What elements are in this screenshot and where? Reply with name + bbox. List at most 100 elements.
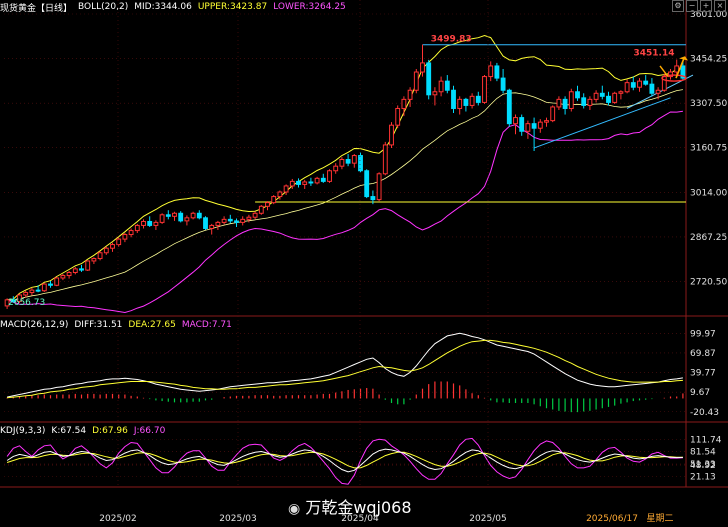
price-y-tick-label: 2867.25 bbox=[690, 233, 727, 243]
candle-body bbox=[190, 212, 196, 219]
candle-body bbox=[147, 220, 153, 226]
price-y-tick-label: 3454.25 bbox=[690, 55, 727, 65]
candle-body bbox=[221, 218, 227, 223]
candle-body bbox=[196, 212, 202, 219]
plus-icon[interactable]: + bbox=[700, 0, 712, 12]
boll-lower: LOWER:3264.25 bbox=[273, 2, 346, 12]
x-axis-label: 2025/06/17 bbox=[586, 514, 638, 524]
candle-body bbox=[457, 98, 463, 109]
weibo-icon: ◉ bbox=[288, 501, 301, 517]
settings-icon[interactable]: ⚙ bbox=[672, 0, 684, 12]
candle-body bbox=[364, 170, 370, 198]
macd-diff: DIFF:31.51 bbox=[74, 320, 123, 330]
candle-body bbox=[72, 268, 78, 274]
candle-body bbox=[23, 292, 29, 296]
candle-body bbox=[358, 155, 363, 172]
price-y-tick-label: 3014.00 bbox=[690, 188, 727, 198]
instrument-title[interactable]: 现货黄金【日线】 bbox=[0, 1, 72, 14]
macd-dea: DEA:27.65 bbox=[128, 320, 176, 330]
candle-body bbox=[370, 196, 376, 201]
candle-body bbox=[494, 65, 500, 79]
kdj-y-tick-label: 48.92 bbox=[690, 461, 716, 471]
kdj-y-tick-label: 21.13 bbox=[690, 472, 716, 482]
kdj-y-tick-label: 81.54 bbox=[690, 448, 716, 458]
kdj-j-line bbox=[6, 437, 683, 485]
boll-upper-line bbox=[7, 34, 684, 301]
macd-value: MACD:7.71 bbox=[181, 320, 232, 330]
candle-body bbox=[302, 181, 308, 185]
candle-body bbox=[296, 180, 301, 185]
price-panel-header: 现货黄金【日线】 BOLL(20,2) MID:3344.06 UPPER:34… bbox=[0, 0, 352, 14]
candle-body bbox=[184, 217, 190, 222]
candle-body bbox=[451, 89, 456, 109]
low-annotation: 2656.73 bbox=[8, 298, 45, 308]
candle-body bbox=[203, 217, 208, 229]
candle-body bbox=[153, 221, 159, 226]
candle-body bbox=[426, 62, 432, 96]
candle-body bbox=[525, 123, 531, 132]
candle-body bbox=[432, 91, 438, 96]
candle-body bbox=[599, 92, 605, 97]
candle-body bbox=[165, 214, 171, 217]
kdj-k-line bbox=[6, 448, 683, 473]
macd-dea-line bbox=[7, 339, 683, 399]
boll-upper: UPPER:3423.87 bbox=[197, 2, 268, 12]
candle-body bbox=[606, 95, 611, 103]
candle-body bbox=[624, 82, 630, 93]
kdj-j: J:66.70 bbox=[133, 426, 166, 436]
candle-body bbox=[209, 224, 215, 229]
price-y-tick-label: 3307.50 bbox=[690, 99, 727, 109]
candle-body bbox=[550, 106, 556, 122]
candle-body bbox=[265, 202, 270, 207]
candle-body bbox=[103, 247, 109, 254]
candle-body bbox=[482, 76, 487, 103]
candle-body bbox=[382, 144, 388, 175]
candle-body bbox=[240, 218, 246, 223]
macd-diff-line bbox=[6, 332, 683, 398]
candle-body bbox=[172, 212, 177, 217]
candle-body bbox=[556, 98, 562, 108]
candle-body bbox=[643, 80, 649, 85]
watermark-text: 万乾金wqj068 bbox=[305, 498, 412, 517]
kdj-panel-header: KDJ(9,3,3) K:67.54 D:67.96 J:66.70 bbox=[0, 424, 171, 438]
candle-body bbox=[618, 91, 624, 94]
candle-body bbox=[134, 224, 140, 232]
candle-body bbox=[351, 155, 357, 164]
x-axis-label: 星期二 bbox=[646, 513, 673, 524]
candle-body bbox=[395, 107, 401, 126]
recent-high-annotation: 3451.14 bbox=[634, 49, 675, 59]
candle-body bbox=[97, 252, 103, 260]
price-y-tick-label: 2720.50 bbox=[690, 277, 727, 287]
macd-y-tick-label: -20.43 bbox=[690, 408, 719, 418]
minus-icon[interactable]: − bbox=[686, 0, 698, 12]
candle-body bbox=[283, 185, 289, 193]
candle-body bbox=[637, 80, 642, 88]
candle-body bbox=[581, 97, 587, 106]
x-axis-label: 2025/05 bbox=[469, 514, 506, 524]
candle-body bbox=[413, 71, 419, 91]
macd-y-tick-label: 69.87 bbox=[690, 349, 716, 359]
candle-body bbox=[122, 234, 128, 240]
candle-body bbox=[469, 95, 475, 106]
price-y-tick-label: 3160.75 bbox=[690, 144, 727, 154]
macd-y-tick-label: 39.77 bbox=[690, 369, 716, 379]
candle-body bbox=[339, 159, 345, 167]
macd-y-tick-label: 9.67 bbox=[690, 388, 710, 398]
candle-body bbox=[531, 123, 537, 129]
candle-body bbox=[463, 98, 469, 106]
candle-body bbox=[246, 216, 252, 220]
close-icon[interactable]: × bbox=[714, 0, 726, 12]
candle-body bbox=[215, 221, 221, 226]
candle-body bbox=[649, 83, 655, 94]
boll-label: BOLL(20,2) bbox=[78, 2, 129, 12]
window-controls: ⚙ − + × bbox=[670, 0, 726, 12]
candle-body bbox=[630, 82, 636, 88]
candle-body bbox=[308, 181, 314, 184]
kdj-y-tick-label: 111.74 bbox=[690, 435, 722, 445]
chart-canvas: 3601.003454.253307.503160.753014.002867.… bbox=[0, 0, 728, 524]
trend-line bbox=[533, 97, 671, 149]
candle-body bbox=[327, 170, 332, 182]
candle-body bbox=[568, 91, 574, 109]
candle-body bbox=[513, 117, 518, 125]
candle-body bbox=[320, 177, 326, 182]
